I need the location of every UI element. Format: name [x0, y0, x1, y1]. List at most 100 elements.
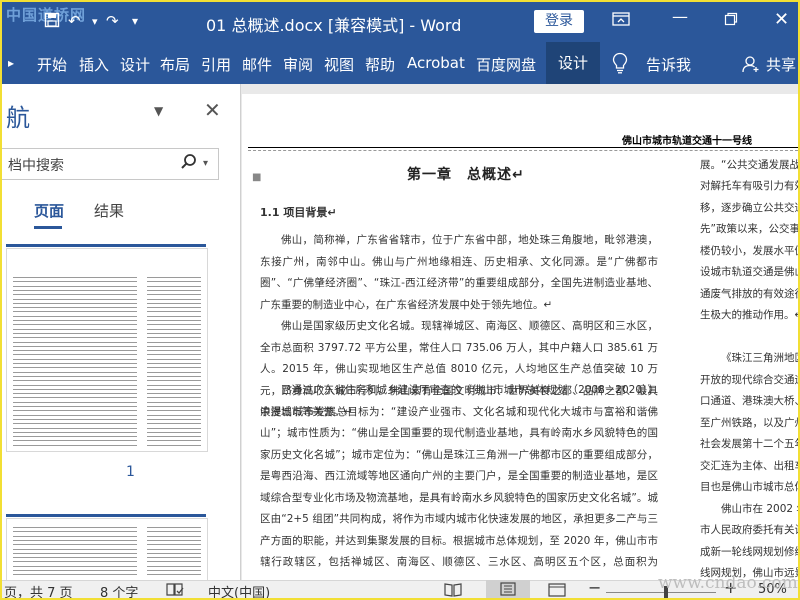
- tell-me-label[interactable]: 告诉我: [646, 54, 691, 75]
- body-paragraph-1: 佛山，简称禅，广东省省辖市，位于广东省中部，地处珠三角腹地，毗邻港澳，东接广州，…: [260, 234, 658, 311]
- tab-help[interactable]: 帮助: [365, 54, 395, 75]
- thumbnail-text-line: [147, 527, 201, 528]
- right-column-line: 目也是佛山市城市总体: [700, 481, 798, 493]
- word-window: 中国道桥网 ↶ ▾ ↷ ▾ 01 总概述.docx [兼容模式] - Word …: [0, 0, 800, 600]
- close-window-icon[interactable]: ✕: [774, 9, 789, 30]
- proofing-icon[interactable]: [166, 582, 184, 598]
- tab-insert[interactable]: 插入: [79, 54, 109, 75]
- thumbnail-text-line: [13, 315, 137, 317]
- search-options-caret-icon[interactable]: ▾: [203, 158, 208, 169]
- read-mode-icon[interactable]: [444, 583, 462, 598]
- tab-review[interactable]: 审阅: [283, 54, 313, 75]
- thumbnail-text-line: [13, 527, 137, 528]
- document-canvas[interactable]: 佛山市城市轨道交通十一号线 ■ 第一章 总概述↵ 1.1 项目背景↵ 佛山，简称…: [241, 84, 798, 580]
- thumbnail-text-line: [13, 535, 137, 537]
- thumbnail-text-line: [147, 397, 201, 399]
- thumbnail-text-line: [13, 328, 137, 330]
- thumbnail-text-line: [13, 393, 137, 395]
- undo-icon[interactable]: ↶: [68, 12, 81, 30]
- zoom-out-icon[interactable]: −: [588, 578, 601, 597]
- share-button[interactable]: 共享: [766, 54, 796, 75]
- thumbnail-text-line: [147, 440, 201, 442]
- thumbnail-text-line: [147, 565, 201, 567]
- tab-baidu-netdisk[interactable]: 百度网盘: [476, 54, 536, 75]
- nav-tab-results[interactable]: 结果: [94, 200, 124, 221]
- thumbnail-text-line: [13, 401, 137, 403]
- body-paragraph-3: 已通过广东省住房和城乡建设厅审查的《佛山市城市总体规划（2008－2020）》中…: [260, 384, 658, 568]
- thumbnail-text-line: [147, 307, 201, 309]
- tab-mailings[interactable]: 邮件: [242, 54, 272, 75]
- nav-pane-close-icon[interactable]: ✕: [204, 98, 221, 122]
- thumbnail-text-line: [147, 388, 201, 390]
- login-button[interactable]: 登录: [534, 10, 584, 33]
- thumbnail-text-line: [147, 548, 201, 550]
- thumbnail-text-line: [13, 431, 137, 433]
- right-column-line: 佛山市在 2002 年: [721, 503, 798, 515]
- header-rule: [248, 147, 798, 148]
- thumbnail-text-line: [13, 311, 137, 313]
- right-column-line: 市人民政府委托有关设: [700, 524, 798, 536]
- thumbnail-separator-bar: [6, 514, 206, 517]
- thumbnail-text-line: [13, 324, 137, 326]
- right-column-line: 至广州铁路，以及广州: [700, 417, 798, 429]
- nav-search-input[interactable]: 档中搜索: [8, 155, 64, 175]
- right-column-line: 对解托车有吸引力有效: [700, 180, 798, 192]
- language-indicator[interactable]: 中文(中国): [208, 582, 270, 598]
- title-bar: 中国道桥网 ↶ ▾ ↷ ▾ 01 总概述.docx [兼容模式] - Word …: [2, 2, 798, 42]
- thumbnail-text-line: [147, 414, 201, 416]
- customize-quick-access-icon[interactable]: ▾: [132, 14, 138, 28]
- thumbnail-text-line: [147, 380, 201, 382]
- tab-layout[interactable]: 布局: [160, 54, 190, 75]
- print-layout-icon[interactable]: [486, 580, 530, 598]
- thumbnail-text-line: [13, 539, 137, 541]
- thumbnail-text-line: [147, 311, 201, 313]
- document-page[interactable]: 佛山市城市轨道交通十一号线 ■ 第一章 总概述↵ 1.1 项目背景↵ 佛山，简称…: [242, 94, 798, 580]
- tab-references[interactable]: 引用: [201, 54, 231, 75]
- file-tab-edge[interactable]: ▸: [8, 56, 14, 70]
- thumbnail-text-line: [13, 281, 137, 283]
- tab-view[interactable]: 视图: [324, 54, 354, 75]
- save-icon[interactable]: [44, 12, 60, 32]
- tab-acrobat[interactable]: Acrobat: [407, 54, 465, 72]
- page-thumbnail-1[interactable]: [6, 248, 208, 452]
- undo-dropdown-icon[interactable]: ▾: [92, 15, 98, 28]
- thumbnail-text-line: [13, 289, 137, 291]
- ribbon-tab-bar: ▸ 开始 插入 设计 布局 引用 邮件 审阅 视图 帮助 Acrobat 百度网…: [2, 42, 798, 84]
- thumbnail-text-line: [147, 535, 201, 537]
- thumbnail-text-line: [147, 328, 201, 330]
- thumbnail-text-line: [13, 302, 137, 304]
- share-user-icon[interactable]: [742, 55, 760, 77]
- search-icon[interactable]: [180, 153, 198, 175]
- page-count-indicator[interactable]: 页，共 7 页: [4, 582, 73, 598]
- thumbnail-text-line: [147, 539, 201, 541]
- page-thumbnail-2[interactable]: [6, 518, 208, 582]
- thumbnail-text-line: [13, 440, 137, 442]
- nav-tab-pages[interactable]: 页面: [34, 200, 64, 221]
- thumbnail-text-line: [13, 371, 137, 373]
- lightbulb-icon[interactable]: [612, 52, 628, 78]
- web-layout-icon[interactable]: [548, 583, 566, 598]
- thumbnail-text-line: [13, 285, 137, 287]
- nav-search-box[interactable]: 档中搜索 ▾: [2, 148, 219, 180]
- ribbon-display-options-icon[interactable]: [612, 11, 630, 31]
- restore-icon[interactable]: [724, 11, 738, 30]
- thumbnail-text-line: [147, 289, 201, 291]
- tab-context-design[interactable]: 设计: [546, 42, 601, 84]
- tab-home[interactable]: 开始: [37, 54, 67, 75]
- thumbnail-text-line: [147, 345, 201, 347]
- nav-pane-options-caret-icon[interactable]: ▼: [154, 104, 163, 118]
- right-column-line: 先”政策以来，公交事: [700, 223, 798, 235]
- thumbnail-text-line: [147, 444, 201, 446]
- thumbnail-text-line: [147, 302, 201, 304]
- right-column-line: 口通道、港珠澳大桥、: [700, 395, 798, 407]
- redo-icon[interactable]: ↷: [106, 12, 119, 30]
- document-title: 01 总概述.docx [兼容模式] - Word: [206, 16, 462, 35]
- thumbnail-text-line: [13, 414, 137, 416]
- thumbnail-text-line: [147, 393, 201, 395]
- right-column-line: 开放的现代综合交通运: [700, 374, 798, 386]
- thumbnail-text-line: [13, 565, 137, 567]
- thumbnail-text-line: [13, 388, 137, 390]
- word-count-indicator[interactable]: 8 个字: [100, 582, 138, 598]
- tab-design[interactable]: 设计: [120, 54, 150, 75]
- minimize-icon[interactable]: —: [672, 7, 688, 26]
